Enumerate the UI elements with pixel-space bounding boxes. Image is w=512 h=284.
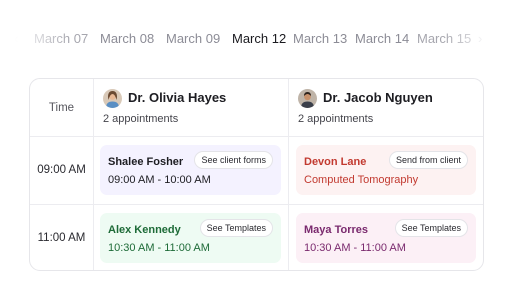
schedule-grid: Time Dr. Olivia Hayes 2 appointments Dr.… bbox=[29, 78, 484, 271]
procedure-type: Computed Tomography bbox=[304, 174, 419, 186]
doctor-name: Dr. Jacob Nguyen bbox=[323, 90, 433, 105]
date-option[interactable]: March 14 bbox=[355, 31, 409, 46]
row-divider bbox=[30, 204, 483, 205]
man-avatar-icon bbox=[298, 89, 317, 108]
date-option[interactable]: March 08 bbox=[100, 31, 154, 46]
appointment-card[interactable]: Devon Lane Computed Tomography Send from… bbox=[296, 145, 476, 195]
patient-name: Devon Lane bbox=[304, 156, 367, 168]
time-slot-label: 11:00 AM bbox=[37, 232, 86, 244]
time-slot-label: 09:00 AM bbox=[37, 164, 86, 176]
appointment-count: 2 appointments bbox=[298, 113, 374, 125]
date-option-selected[interactable]: March 12 bbox=[232, 31, 286, 46]
appointment-card[interactable]: Maya Torres 10:30 AM - 11:00 AM See Temp… bbox=[296, 213, 476, 263]
see-templates-button[interactable]: See Templates bbox=[199, 219, 273, 237]
doctor-header: Dr. Olivia Hayes 2 appointments bbox=[93, 79, 288, 136]
time-column-header: Time bbox=[48, 101, 75, 114]
row-divider bbox=[30, 136, 483, 137]
appointment-count: 2 appointments bbox=[103, 113, 179, 125]
woman-avatar-icon bbox=[103, 89, 122, 108]
patient-name: Maya Torres bbox=[304, 224, 368, 236]
see-client-forms-button[interactable]: See client forms bbox=[194, 151, 273, 169]
appointment-card[interactable]: Alex Kennedy 10:30 AM - 11:00 AM See Tem… bbox=[100, 213, 281, 263]
appointment-card[interactable]: Shalee Fosher 09:00 AM - 10:00 AM See cl… bbox=[100, 145, 281, 195]
date-partial-left: ‹ bbox=[14, 31, 19, 46]
date-option[interactable]: March 07 bbox=[34, 31, 88, 46]
date-selector: ‹ March 07 March 08 March 09 March 12 Ma… bbox=[0, 24, 512, 54]
patient-name: Shalee Fosher bbox=[108, 156, 184, 168]
patient-name: Alex Kennedy bbox=[108, 224, 181, 236]
appointment-time: 09:00 AM - 10:00 AM bbox=[108, 174, 211, 186]
appointment-time: 10:30 AM - 11:00 AM bbox=[304, 242, 406, 254]
send-from-client-button[interactable]: Send from client bbox=[388, 151, 468, 169]
appointment-time: 10:30 AM - 11:00 AM bbox=[108, 242, 210, 254]
date-partial-right: › bbox=[478, 31, 483, 46]
doctor-name: Dr. Olivia Hayes bbox=[128, 90, 227, 105]
date-option[interactable]: March 09 bbox=[166, 31, 220, 46]
see-templates-button[interactable]: See Templates bbox=[394, 219, 468, 237]
date-option[interactable]: March 15 bbox=[417, 31, 471, 46]
date-option[interactable]: March 13 bbox=[293, 31, 347, 46]
doctor-header: Dr. Jacob Nguyen 2 appointments bbox=[288, 79, 483, 136]
